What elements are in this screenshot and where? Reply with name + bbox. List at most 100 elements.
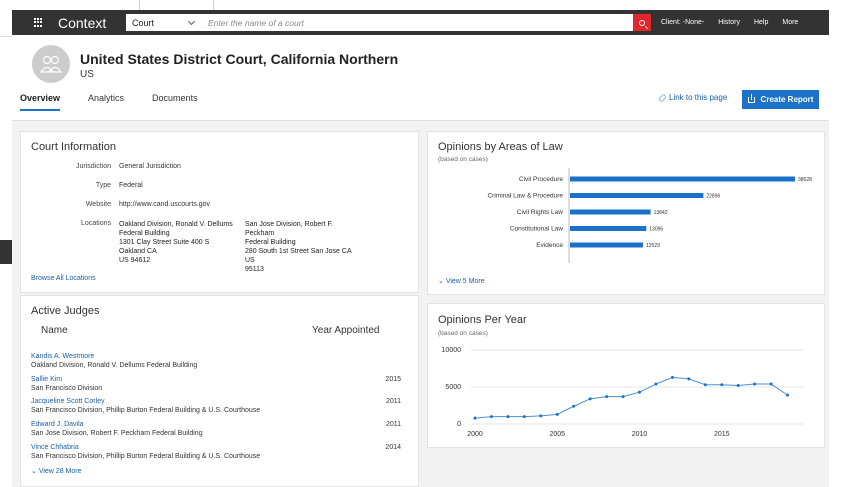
view-more-areas-link[interactable]: ⌄ View 5 More [438, 277, 485, 285]
location-oakland: Oakland Division, Ronald V. Dellums Fede… [119, 220, 235, 274]
location-line: 280 South 1st Street San Jose CA US [245, 248, 352, 264]
chevron-down-icon [187, 17, 196, 25]
search-icon [639, 19, 645, 26]
data-point [506, 415, 510, 419]
location-san-jose: San Jose Division, Robert F. Peckham Fed… [245, 220, 361, 274]
top-nav: Client: -None- History Help More [661, 19, 812, 26]
court-avatar [32, 45, 70, 83]
help-link[interactable]: Help [754, 19, 768, 26]
judge-location: San Francisco Division, Phillip Burton F… [31, 406, 261, 414]
x-tick-label: 2000 [467, 431, 483, 438]
areas-bar-chart: Civil Procedure 38628 Criminal Law & Proce… [487, 168, 812, 263]
top-bar: Context Court Client: -None- History Hel… [12, 10, 829, 35]
client-menu[interactable]: Client: -None- [661, 19, 704, 26]
view-more-label: View 5 More [445, 278, 485, 285]
bar-category-label: Constitutional Law [510, 226, 563, 233]
apps-grid-icon[interactable] [34, 17, 44, 28]
court-header: United States District Court, California… [12, 35, 829, 121]
create-report-button[interactable]: Create Report [742, 90, 819, 109]
bar [570, 193, 704, 198]
host-page-right [829, 0, 841, 487]
x-tick-label: 2015 [714, 431, 730, 438]
type-row: Type Federal [31, 182, 143, 189]
data-point [588, 397, 592, 401]
location-line: Oakland Division, Ronald V. Dellums [119, 221, 233, 228]
browse-all-locations-link[interactable]: Browse All Locations [31, 275, 96, 282]
y-tick-label: 0 [457, 421, 461, 428]
data-point [703, 383, 707, 387]
name-column-header: Name [41, 325, 68, 336]
judge-row: Vince Chhabria San Francisco Division, P… [31, 444, 401, 461]
chevron-down-icon: ⌄ [438, 278, 446, 285]
series-line [474, 376, 788, 419]
judge-name-link[interactable]: Jacqueline Scott Corley [31, 398, 401, 407]
bar-category-label: Criminal Law & Procedure [487, 193, 563, 200]
y-tick-label: 10000 [442, 347, 462, 354]
bar [570, 209, 651, 215]
data-point [638, 390, 641, 394]
card-title: Active Judges [31, 305, 100, 317]
host-divider [139, 0, 140, 10]
search-type-select[interactable]: Court [126, 14, 200, 31]
download-icon [747, 93, 755, 103]
website-link[interactable]: http://www.cand.uscourts.gov [119, 201, 210, 208]
search-button[interactable] [633, 14, 651, 31]
opinions-by-area-card: Opinions by Areas of Law (based on cases… [427, 131, 825, 295]
court-search-input[interactable] [200, 14, 633, 31]
card-subtitle: (based on cases) [438, 330, 488, 337]
bar-category-label: Evidence [536, 242, 563, 249]
view-more-judges-link[interactable]: ⌄ View 28 More [31, 467, 81, 475]
judge-row: Kandis A. Westmore Oakland Division, Ron… [31, 353, 401, 370]
people-icon [39, 55, 63, 73]
bar-value-label: 12529 [646, 243, 660, 249]
locations-row: Locations Oakland Division, Ronald V. De… [31, 220, 371, 274]
data-point [736, 384, 740, 388]
view-more-label: View 28 More [38, 468, 82, 475]
link-to-page[interactable]: Link to this page [658, 92, 728, 103]
history-link[interactable]: History [718, 19, 740, 26]
link-to-page-label: Link to this page [669, 93, 728, 102]
data-point [489, 415, 493, 419]
active-judges-card: Active Judges Name Year Appointed Kandis… [20, 295, 419, 487]
y-tick-label: 5000 [445, 384, 461, 391]
judge-location: San Jose Division, Robert F. Peckham Fed… [31, 429, 203, 437]
judge-year: 2014 [385, 444, 401, 451]
host-page-top [0, 0, 841, 10]
judge-name-link[interactable]: Sallie Kim [31, 376, 401, 385]
x-tick-label: 2010 [632, 431, 648, 438]
data-point [539, 414, 543, 418]
context-app: Context Court Client: -None- History Hel… [12, 10, 829, 487]
card-title: Court Information [31, 141, 116, 153]
tab-overview[interactable]: Overview [20, 93, 61, 111]
court-information-card: Court Information Jurisdiction General J… [20, 131, 419, 293]
tab-bar: Overview Analytics Documents [20, 93, 226, 111]
judge-name-link[interactable]: Vince Chhabria [31, 444, 401, 453]
paperclip-icon [658, 92, 667, 103]
search-type-value: Court [132, 17, 155, 28]
more-menu[interactable]: More [782, 19, 798, 26]
judge-year: 2015 [385, 376, 401, 383]
judge-name-link[interactable]: Edward J. Davila [31, 421, 401, 430]
tab-analytics[interactable]: Analytics [88, 93, 124, 111]
host-divider [0, 36, 12, 37]
judge-name-link[interactable]: Kandis A. Westmore [31, 353, 401, 362]
location-line: 95113 [245, 266, 264, 273]
bar [570, 226, 647, 231]
host-divider [213, 0, 214, 10]
jurisdiction-row: Jurisdiction General Jurisdiction [31, 163, 181, 170]
bar-value-label: 13096 [649, 227, 663, 233]
data-point [654, 382, 658, 386]
bar-value-label: 13842 [654, 210, 668, 216]
location-line: Federal Building [245, 239, 296, 246]
bar-value-label: 38628 [798, 177, 812, 183]
data-point [621, 395, 625, 399]
chevron-down-icon: ⌄ [31, 468, 39, 475]
bar [570, 176, 795, 182]
create-report-label: Create Report [760, 95, 814, 104]
judge-year: 2011 [385, 421, 401, 428]
page-title: United States District Court, California… [80, 51, 399, 67]
court-country: US [80, 69, 94, 80]
bar-category-label: Civil Procedure [519, 176, 563, 183]
tab-documents[interactable]: Documents [152, 93, 198, 111]
data-point [522, 415, 526, 419]
